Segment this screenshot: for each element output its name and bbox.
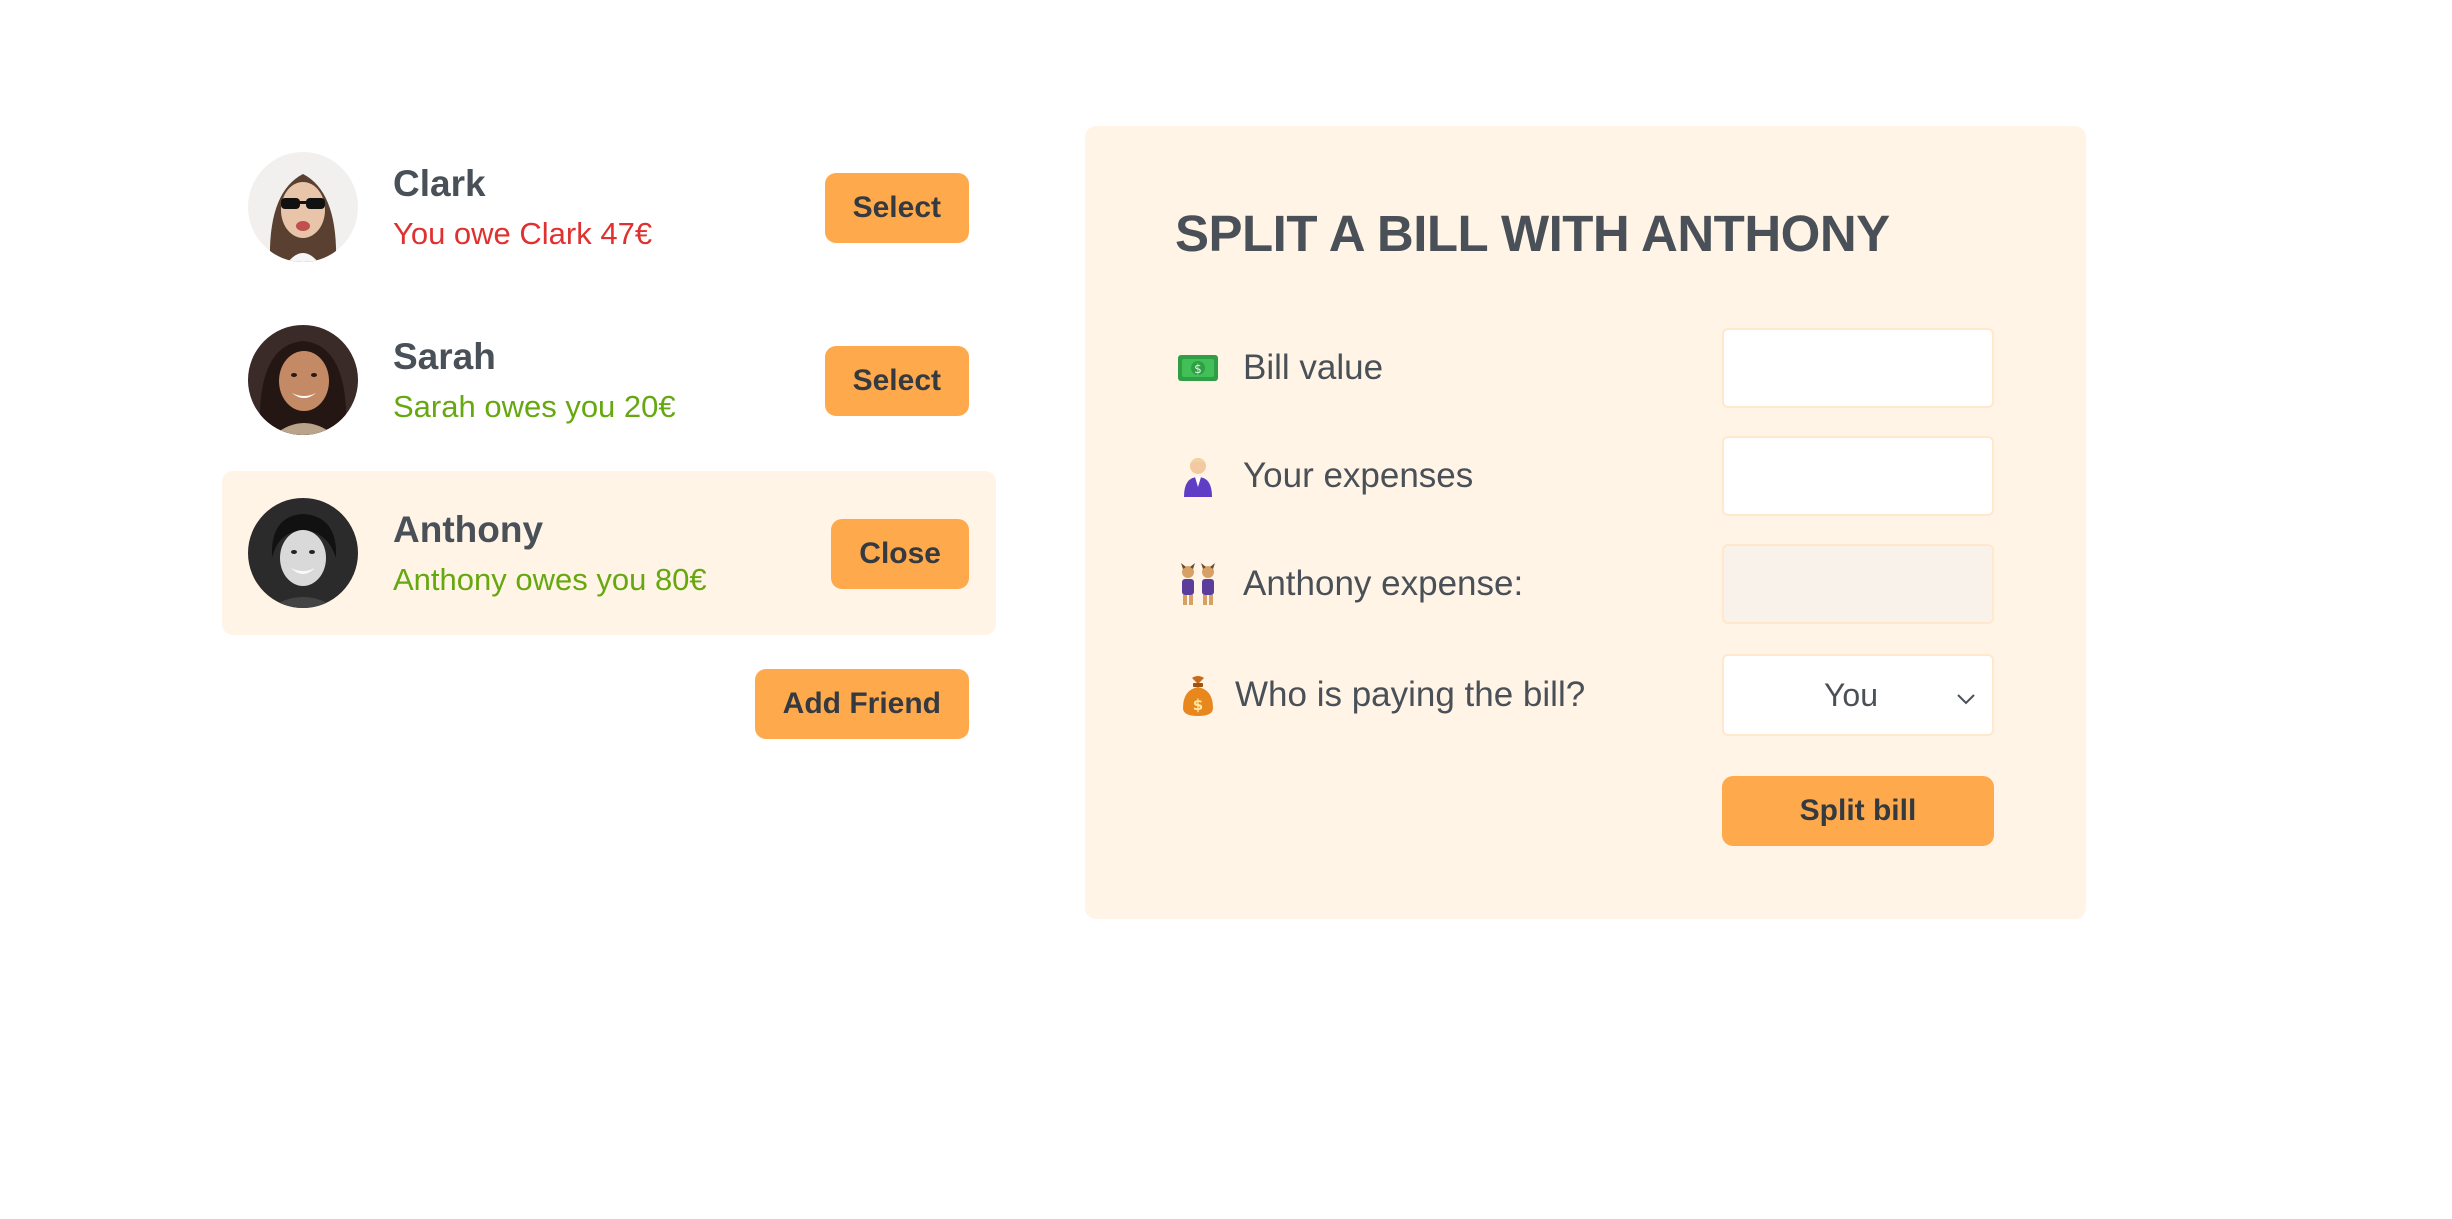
friend-expense-label-wrap: Anthony expense: xyxy=(1175,544,1523,624)
add-friend-button[interactable]: Add Friend xyxy=(754,669,969,739)
payer-select[interactable]: You xyxy=(1722,654,1994,736)
friend-expense-input xyxy=(1722,544,1994,624)
form-title: SPLIT A BILL WITH ANTHONY xyxy=(1175,205,1890,262)
friend-item-sarah: Sarah Sarah owes you 20€ Select xyxy=(222,298,996,462)
friend-item-clark: Clark You owe Clark 47€ Select xyxy=(222,125,996,289)
friend-name: Anthony xyxy=(393,509,544,550)
money-banknote-icon: $ xyxy=(1175,345,1221,391)
close-anthony-button[interactable]: Close xyxy=(831,519,969,589)
avatar-clark xyxy=(248,152,358,262)
payer-label: Who is paying the bill? xyxy=(1235,675,1586,714)
friend-name: Sarah xyxy=(393,336,496,377)
your-expense-label: Your expenses xyxy=(1243,456,1474,495)
select-clark-button[interactable]: Select xyxy=(824,173,969,243)
friend-item-anthony: Anthony Anthony owes you 80€ Close xyxy=(222,471,996,635)
your-expense-label-wrap: Your expenses xyxy=(1175,436,1473,516)
svg-text:$: $ xyxy=(1194,362,1202,376)
svg-text:$: $ xyxy=(1193,696,1203,714)
payer-label-wrap: $ Who is paying the bill? xyxy=(1175,654,1585,736)
eat-n-split-app: Clark You owe Clark 47€ Select Sarah Sar… xyxy=(0,0,2452,1219)
avatar-anthony xyxy=(248,498,358,608)
split-bill-form: SPLIT A BILL WITH ANTHONY $ Bill value Y… xyxy=(1085,126,2086,919)
payer-selected-value: You xyxy=(1824,676,1878,713)
two-people-icon xyxy=(1175,561,1221,607)
bill-value-row: $ Bill value xyxy=(1175,328,1994,408)
friend-balance: You owe Clark 47€ xyxy=(393,216,653,251)
person-icon xyxy=(1175,453,1221,499)
your-expense-input[interactable] xyxy=(1722,436,1994,516)
bill-value-label: Bill value xyxy=(1243,348,1384,387)
avatar-sarah xyxy=(248,325,358,435)
friends-sidebar: Clark You owe Clark 47€ Select Sarah Sar… xyxy=(222,125,996,759)
payer-row: $ Who is paying the bill? You xyxy=(1175,654,1994,736)
select-sarah-button[interactable]: Select xyxy=(824,346,969,416)
your-expense-row: Your expenses xyxy=(1175,436,1994,516)
bill-value-label-wrap: $ Bill value xyxy=(1175,328,1383,408)
friend-name: Clark xyxy=(393,163,486,204)
bill-value-input[interactable] xyxy=(1722,328,1994,408)
friend-balance: Sarah owes you 20€ xyxy=(393,389,676,424)
chevron-down-icon xyxy=(1954,682,1978,706)
split-bill-button[interactable]: Split bill xyxy=(1722,776,1994,846)
add-friend-row: Add Friend xyxy=(222,669,996,759)
friend-balance: Anthony owes you 80€ xyxy=(393,562,707,597)
money-bag-icon: $ xyxy=(1175,672,1221,718)
friend-expense-label: Anthony expense: xyxy=(1243,564,1524,603)
friend-expense-row: Anthony expense: xyxy=(1175,544,1994,624)
